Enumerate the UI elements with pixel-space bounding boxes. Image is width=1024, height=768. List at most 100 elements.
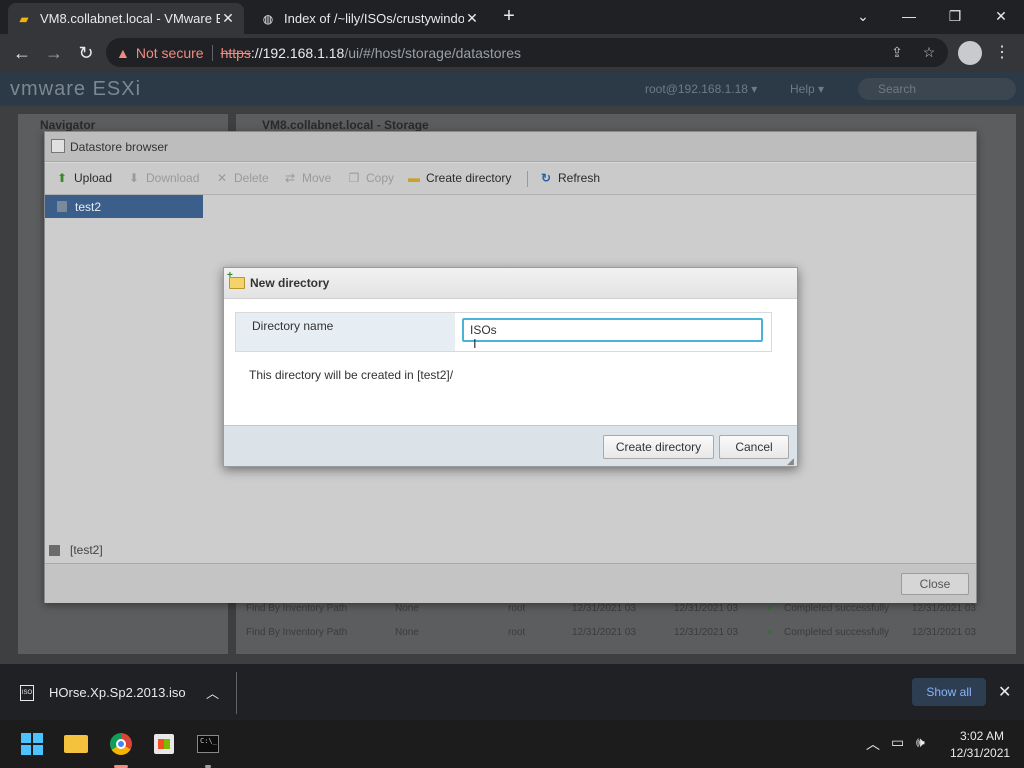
show-all-button[interactable]: Show all [912, 678, 986, 706]
chrome-taskbar-button[interactable] [105, 728, 137, 760]
url-path: /ui/#/host/storage/datastores [344, 44, 522, 61]
delete-button[interactable]: ✕ Delete [215, 171, 269, 185]
tab-esxi[interactable]: ▰ VM8.collabnet.local - VMware ESXi ✕ [8, 3, 244, 34]
datastore-browser-footer: Close [45, 563, 976, 603]
warning-triangle-icon: ▲ [116, 44, 130, 61]
url-host: ://192.168.1.18 [250, 44, 345, 61]
close-button[interactable]: Close [901, 573, 969, 595]
clock-time[interactable]: 3:02 AM [960, 729, 1004, 743]
windows-taskbar: C:\_ ︿ ▭ 🕪 3:02 AM 12/31/2021 [0, 720, 1024, 768]
user-menu[interactable]: root@192.168.1.18 ▾ [645, 82, 757, 96]
tab-title: VM8.collabnet.local - VMware ESXi [40, 11, 220, 26]
browser-menu-icon[interactable]: ⋮ [994, 42, 1010, 62]
datastore-browser-header: Datastore browser [45, 132, 976, 162]
directory-location-info: This directory will be created in [test2… [249, 368, 454, 382]
back-arrow-icon[interactable]: ← [8, 39, 36, 67]
new-directory-title: New directory [250, 276, 330, 290]
task-name: Find By Inventory Path [246, 602, 348, 614]
success-check-icon: ● [766, 602, 773, 614]
close-icon[interactable]: ✕ [998, 682, 1011, 702]
vmware-favicon-icon: ▰ [19, 11, 29, 26]
directory-name-label: Directory name [236, 313, 455, 351]
chrome-icon [110, 733, 132, 755]
start-button[interactable] [16, 728, 48, 760]
share-icon[interactable]: ⇪ [886, 41, 908, 63]
tab-search-icon[interactable]: ⌄ [840, 0, 886, 32]
forward-arrow-icon[interactable]: → [40, 39, 68, 67]
navigator-title: Navigator [40, 118, 96, 132]
terminal-icon: C:\_ [197, 735, 219, 753]
task-target: None [395, 602, 419, 614]
clock-date[interactable]: 12/31/2021 [950, 746, 1010, 760]
help-menu[interactable]: Help ▾ [790, 82, 824, 96]
create-directory-button[interactable]: ▬ Create directory [407, 171, 511, 185]
file-explorer-button[interactable] [60, 728, 92, 760]
download-divider [236, 672, 237, 714]
task-queued: 12/31/2021 03 [572, 626, 636, 638]
delete-icon: ✕ [216, 171, 228, 185]
task-completed: 12/31/2021 03 [912, 602, 976, 614]
cancel-button[interactable]: Cancel [719, 435, 789, 459]
move-button[interactable]: ⇄ Move [283, 171, 331, 185]
refresh-button[interactable]: ↻ Refresh [539, 171, 600, 185]
store-bag-icon [154, 734, 174, 754]
datastore-icon [49, 544, 60, 556]
download-icon: ⬇ [128, 171, 140, 185]
network-icon[interactable]: ▭ [891, 734, 904, 751]
task-target: None [395, 626, 419, 638]
window-close-button[interactable]: ✕ [978, 0, 1024, 32]
browser-toolbar: ← → ↻ ▲ Not secure https ://192.168.1.18… [0, 34, 1024, 72]
tab-title: Index of /~lily/ISOs/crustywindows [284, 11, 464, 26]
task-queued: 12/31/2021 03 [572, 602, 636, 614]
refresh-icon: ↻ [540, 171, 552, 185]
storage-title: VM8.collabnet.local - Storage [262, 118, 429, 132]
directory-name-input[interactable] [462, 318, 763, 342]
tab-close-icon[interactable]: ✕ [220, 10, 236, 27]
profile-avatar-icon[interactable] [958, 41, 982, 65]
store-button[interactable] [148, 728, 180, 760]
bookmark-star-icon[interactable]: ☆ [918, 41, 940, 63]
create-directory-confirm-button[interactable]: Create directory [603, 435, 714, 459]
move-icon: ⇄ [284, 171, 296, 185]
toolbar-divider [527, 171, 528, 187]
datastore-item-test2[interactable]: test2 [45, 195, 203, 218]
address-divider [211, 44, 213, 61]
new-folder-icon [227, 270, 245, 289]
datastore-browser-icon [51, 139, 65, 153]
tab-close-icon[interactable]: ✕ [464, 10, 480, 27]
new-directory-dialog: New directory Directory name I This dire… [223, 267, 798, 467]
reload-icon[interactable]: ↻ [72, 39, 100, 67]
tab-index-isos[interactable]: ◍ Index of /~lily/ISOs/crustywindows ✕ [252, 3, 488, 34]
datastore-icon [57, 201, 67, 212]
folder-icon: ▬ [408, 171, 420, 185]
task-name: Find By Inventory Path [246, 626, 348, 638]
copy-button[interactable]: ❐ Copy [347, 171, 394, 185]
chevron-up-icon[interactable]: ︿ [206, 683, 219, 702]
not-secure-label[interactable]: Not secure [136, 45, 204, 61]
esxi-search-input[interactable]: Search [858, 78, 1016, 100]
restore-button[interactable]: ❐ [932, 0, 978, 32]
task-completed: 12/31/2021 03 [912, 626, 976, 638]
url-scheme: https [220, 44, 251, 61]
chevron-up-icon[interactable]: ︿ [866, 734, 880, 754]
download-file-name[interactable]: HOrse.Xp.Sp2.2013.iso [49, 685, 186, 700]
terminal-button[interactable]: C:\_ [192, 728, 224, 760]
new-tab-button[interactable]: + [498, 5, 520, 27]
download-button[interactable]: ⬇ Download [127, 171, 199, 185]
task-initiator: root [508, 626, 526, 638]
task-initiator: root [508, 602, 526, 614]
resize-grip-icon[interactable]: ◢ [787, 456, 794, 467]
directory-name-row: Directory name [235, 312, 772, 352]
minimize-button[interactable]: — [886, 0, 932, 32]
current-path: [test2] [49, 543, 103, 557]
new-directory-header: New directory [224, 268, 797, 299]
globe-favicon-icon: ◍ [262, 11, 274, 26]
iso-file-icon: ISO [20, 685, 34, 701]
address-bar[interactable]: ▲ Not secure https ://192.168.1.18 /ui/#… [106, 38, 948, 67]
upload-button[interactable]: ⬆ Upload [55, 171, 112, 185]
success-check-icon: ● [766, 626, 773, 638]
volume-icon[interactable]: 🕪 [916, 734, 925, 751]
new-directory-footer: Create directory Cancel ◢ [224, 425, 797, 466]
upload-arrow-icon: ⬆ [56, 171, 68, 185]
vmware-logo: vmware ESXi [10, 78, 142, 100]
